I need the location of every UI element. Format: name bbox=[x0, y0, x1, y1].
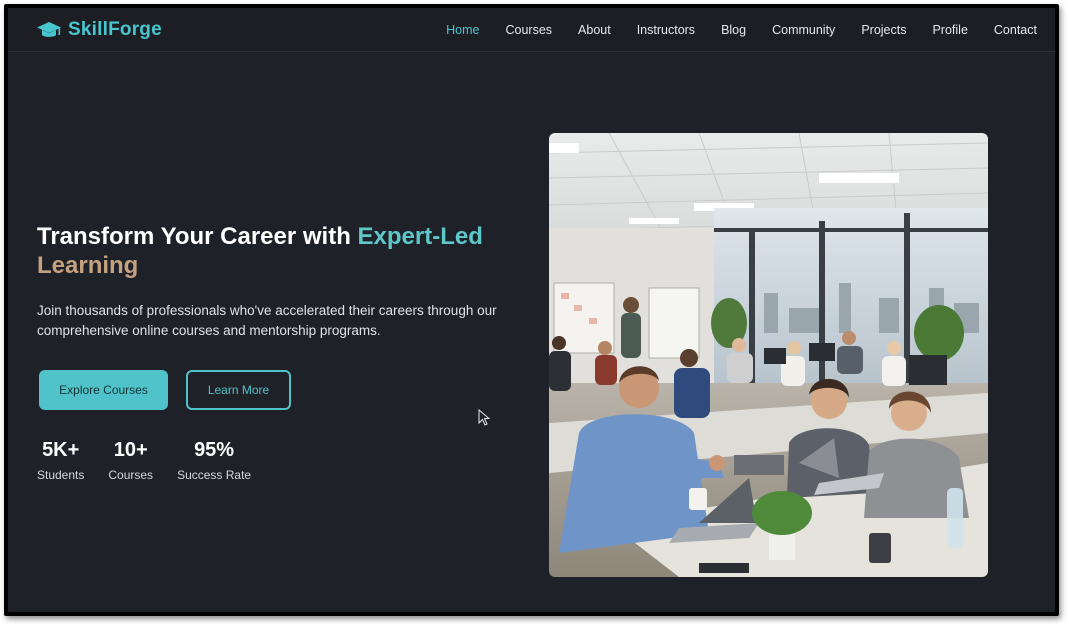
stats-row: 5K+ Students 10+ Courses 95% Success Rat… bbox=[37, 438, 275, 482]
stat-courses: 10+ Courses bbox=[108, 438, 153, 482]
hero-title-accent-2: Learning bbox=[37, 252, 139, 279]
graduation-cap-icon bbox=[36, 20, 62, 40]
site-header: SkillForge Home Courses About Instructor… bbox=[8, 8, 1055, 52]
stat-students: 5K+ Students bbox=[37, 438, 84, 482]
mouse-cursor-icon bbox=[478, 409, 490, 426]
nav-instructors[interactable]: Instructors bbox=[637, 23, 695, 37]
nav-courses[interactable]: Courses bbox=[505, 23, 552, 37]
stat-success-rate: 95% Success Rate bbox=[177, 438, 251, 482]
nav-community[interactable]: Community bbox=[772, 23, 835, 37]
stat-value: 95% bbox=[194, 439, 235, 461]
stat-value: 10+ bbox=[113, 439, 148, 461]
app-viewport: SkillForge Home Courses About Instructor… bbox=[8, 8, 1055, 612]
brand-logo[interactable]: SkillForge bbox=[36, 14, 162, 46]
main-nav: Home Courses About Instructors Blog Comm… bbox=[420, 8, 1037, 51]
office-photo-illustration bbox=[549, 133, 988, 577]
hero-title-main: Transform Your Career with bbox=[37, 223, 358, 250]
nav-contact[interactable]: Contact bbox=[994, 23, 1037, 37]
brand-name: SkillForge bbox=[68, 19, 162, 40]
nav-blog[interactable]: Blog bbox=[721, 23, 746, 37]
nav-home[interactable]: Home bbox=[446, 23, 479, 37]
explore-courses-button[interactable]: Explore Courses bbox=[39, 370, 168, 410]
stat-label: Success Rate bbox=[177, 468, 252, 482]
hero-subtitle: Join thousands of professionals who've a… bbox=[37, 303, 497, 338]
stat-value: 5K+ bbox=[42, 439, 80, 461]
stat-label: Courses bbox=[108, 468, 154, 482]
learn-more-button[interactable]: Learn More bbox=[186, 370, 291, 410]
nav-about[interactable]: About bbox=[578, 23, 611, 37]
hero-title: Transform Your Career with Expert-Led Lea… bbox=[37, 222, 537, 280]
nav-profile[interactable]: Profile bbox=[932, 23, 967, 37]
stat-label: Students bbox=[37, 468, 85, 482]
nav-projects[interactable]: Projects bbox=[861, 23, 906, 37]
hero-title-accent: Expert-Led bbox=[357, 223, 483, 250]
hero-image bbox=[549, 133, 988, 577]
